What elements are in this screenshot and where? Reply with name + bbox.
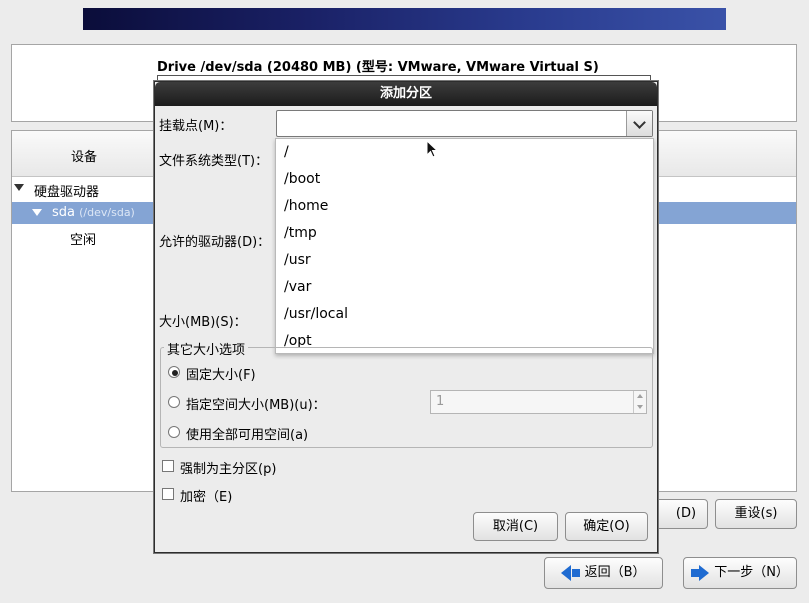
encrypt-label[interactable]: 加密（E) — [180, 486, 232, 505]
expand-triangle-icon[interactable] — [14, 184, 24, 191]
ok-button[interactable]: 确定(O) — [565, 512, 648, 541]
mount-option[interactable]: /home — [284, 198, 328, 214]
spin-up-icon — [637, 394, 643, 398]
next-arrow-icon — [699, 564, 710, 581]
up-to-size-spinbox[interactable]: 1 — [430, 390, 647, 414]
mount-option[interactable]: /tmp — [284, 225, 317, 241]
sda-name: sda — [52, 205, 75, 220]
next-arrow-stem — [691, 568, 700, 577]
mount-point-dropdown-list[interactable]: / /boot /home /tmp /usr /var /usr/local … — [275, 138, 654, 354]
spin-down-icon — [637, 405, 643, 409]
mouse-pointer-icon — [426, 140, 438, 158]
mount-point-label: 挂载点(M)： — [159, 119, 233, 134]
drive-label: Drive /dev/sda (20480 MB) (型号: VMware, V… — [157, 60, 599, 75]
next-button-label: 下一步（N） — [714, 565, 789, 580]
force-primary-checkbox[interactable] — [162, 460, 174, 472]
mount-option[interactable]: /var — [284, 279, 311, 295]
encrypt-checkbox[interactable] — [162, 488, 174, 500]
installer-banner — [83, 8, 726, 30]
mount-option[interactable]: /boot — [284, 171, 320, 187]
back-arrow-icon — [561, 564, 572, 581]
radio-up-to-size[interactable] — [168, 396, 180, 408]
tree-label-hard-drives: 硬盘驱动器 — [34, 185, 100, 200]
fs-type-label: 文件系统类型(T)： — [159, 154, 269, 169]
radio-fill-all-space[interactable] — [168, 426, 180, 438]
mount-point-dropdown-button[interactable] — [626, 111, 652, 136]
expand-triangle-icon[interactable] — [32, 209, 42, 216]
tree-label-sda: sda (/dev/sda) — [52, 205, 135, 220]
force-primary-label[interactable]: 强制为主分区(p) — [180, 458, 276, 477]
column-device-header[interactable]: 设备 — [71, 146, 97, 165]
spin-up-button[interactable] — [633, 391, 646, 402]
back-button[interactable]: 返回（B） — [544, 557, 663, 589]
mount-option[interactable]: /usr/local — [284, 306, 348, 322]
size-label: 大小(MB)(S)： — [159, 315, 247, 330]
radio-fill-all-label[interactable]: 使用全部可用空间(a) — [186, 424, 308, 443]
back-button-label: 返回（B） — [584, 565, 646, 580]
back-arrow-stem — [572, 568, 581, 577]
mount-option[interactable]: / — [284, 144, 289, 160]
cancel-button[interactable]: 取消(C) — [473, 512, 558, 541]
sda-path: (/dev/sda) — [79, 206, 135, 219]
allowed-drives-label: 允许的驱动器(D)： — [159, 235, 271, 250]
size-options-title: 其它大小选项 — [164, 339, 249, 358]
next-button[interactable]: 下一步（N） — [683, 557, 797, 589]
radio-up-to-size-label[interactable]: 指定空间大小(MB)(u)： — [186, 394, 326, 413]
radio-fixed-size[interactable] — [168, 366, 180, 378]
mount-option[interactable]: /usr — [284, 252, 311, 268]
dialog-title: 添加分区 — [155, 82, 657, 106]
reset-button[interactable]: 重设(s) — [715, 499, 797, 529]
mount-point-combobox[interactable] — [276, 110, 653, 137]
radio-fixed-size-label[interactable]: 固定大小(F) — [186, 364, 256, 383]
tree-row-free[interactable]: 空闲 — [70, 229, 96, 248]
chevron-down-icon — [633, 116, 646, 129]
spin-down-button[interactable] — [633, 402, 646, 413]
